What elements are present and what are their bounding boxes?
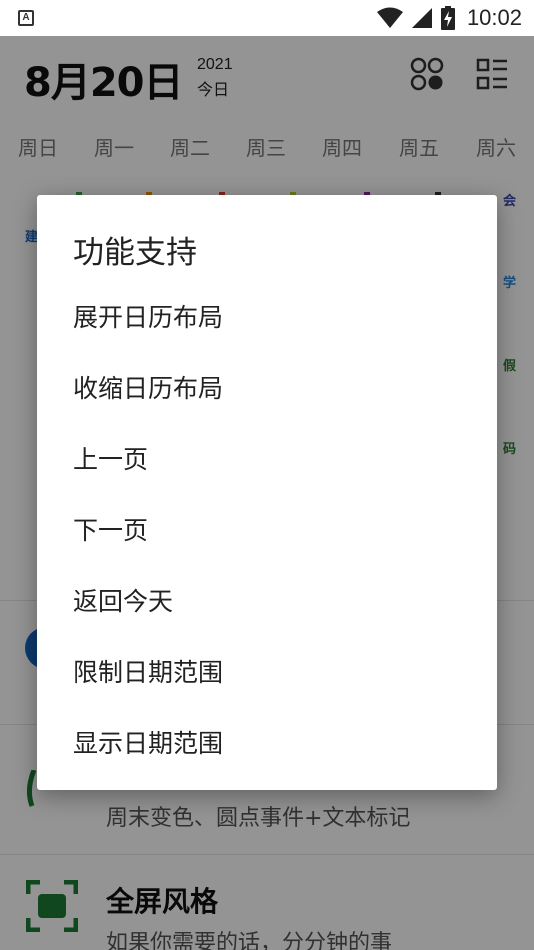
wifi-icon [376,7,403,28]
menu-item-show-date-range[interactable]: 显示日期范围 [37,706,497,777]
signal-icon [411,8,432,28]
menu-item-next-page[interactable]: 下一页 [37,493,497,564]
menu-item-expand-calendar[interactable]: 展开日历布局 [37,280,497,351]
menu-item-back-to-today[interactable]: 返回今天 [37,564,497,635]
battery-charging-icon [440,6,455,30]
feature-support-dialog: 功能支持 展开日历布局 收缩日历布局 上一页 下一页 返回今天 限制日期范围 显… [37,195,497,790]
menu-item-limit-date-range[interactable]: 限制日期范围 [37,635,497,706]
clock: 10:02 [466,5,522,30]
dialog-title: 功能支持 [73,235,197,271]
app-notification-icon: A [18,10,34,26]
menu-item-collapse-calendar[interactable]: 收缩日历布局 [37,351,497,422]
menu-item-previous-page[interactable]: 上一页 [37,422,497,493]
status-bar: A 10:02 [0,0,534,36]
status-icons: 10:02 [376,5,522,31]
